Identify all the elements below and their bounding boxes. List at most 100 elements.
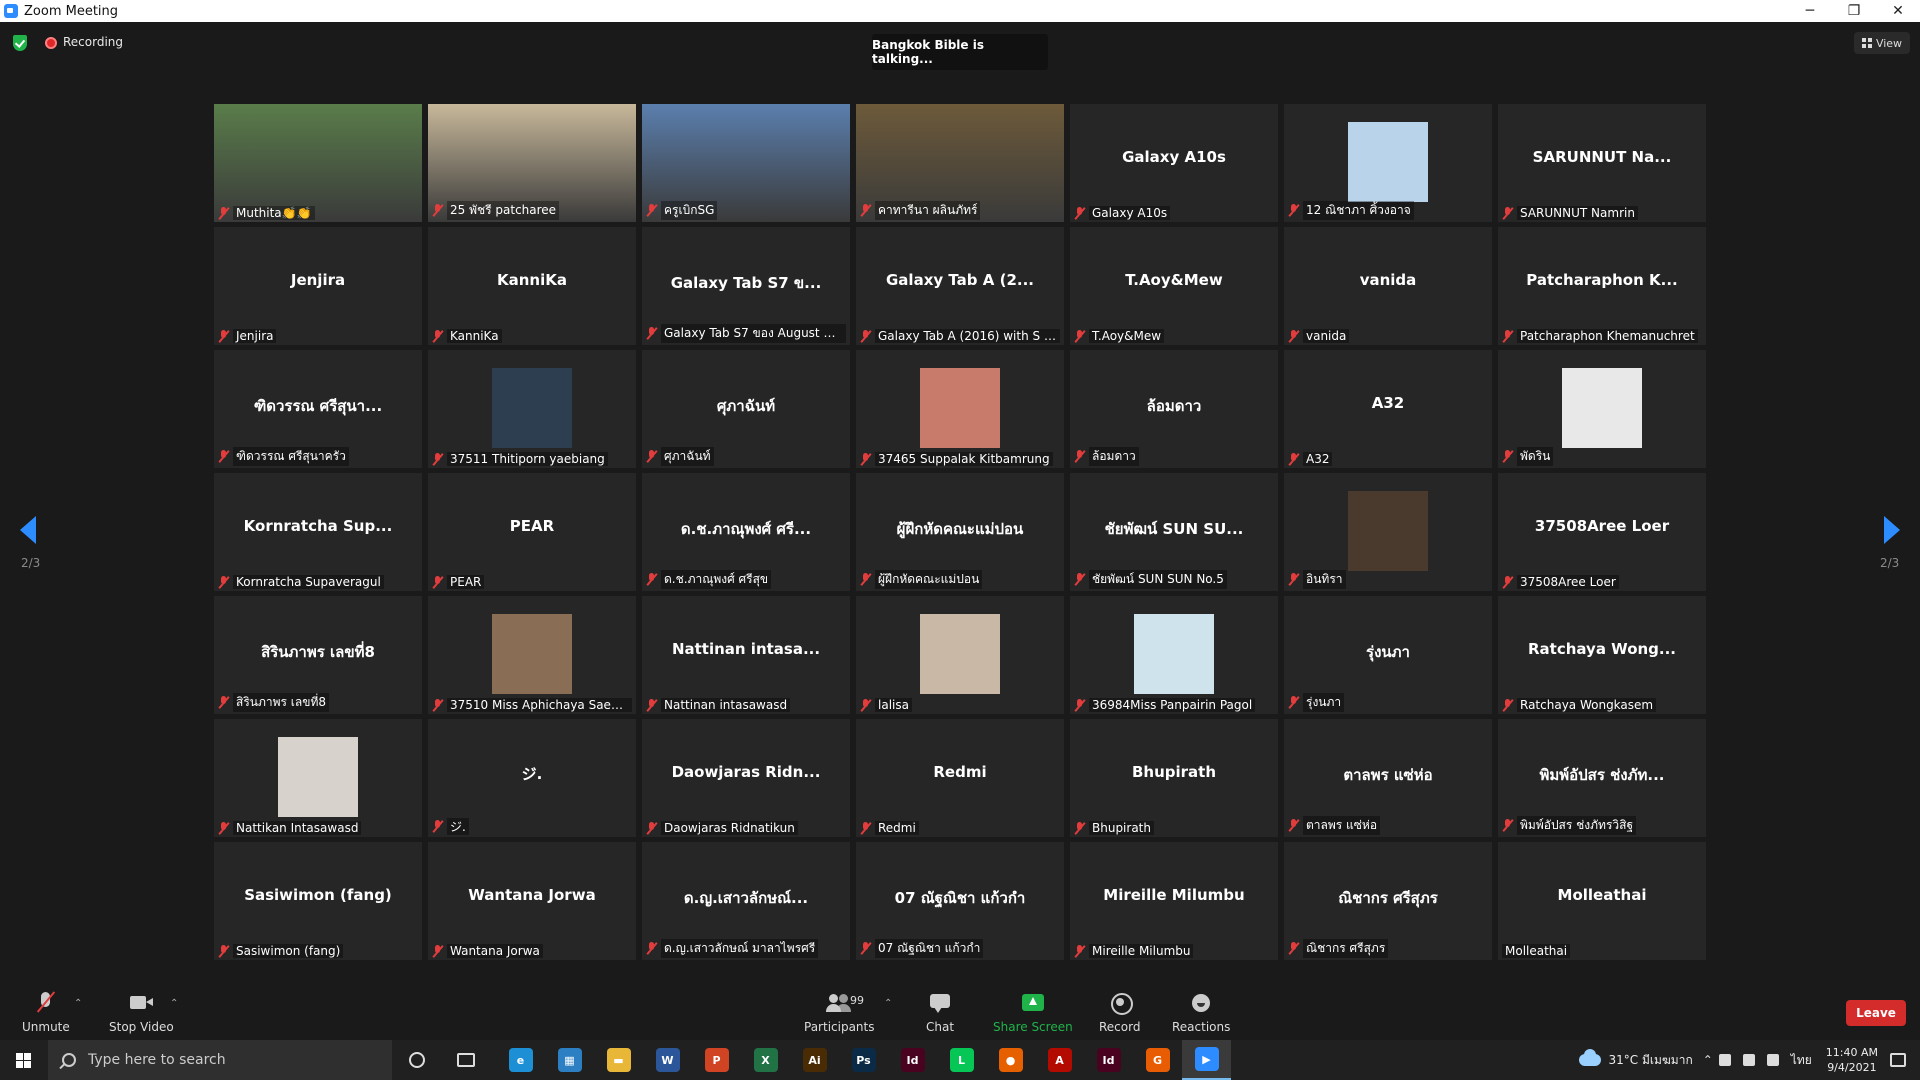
grammarly-taskbar-button[interactable]: G (1133, 1040, 1182, 1080)
chat-button[interactable]: Chat (926, 992, 954, 1034)
previous-page-arrow-icon[interactable] (20, 516, 36, 544)
audio-options-caret-icon[interactable]: ⌃ (74, 998, 82, 1009)
participant-tile[interactable]: Mireille Milumbu Mireille Milumbu (1070, 842, 1278, 960)
input-language[interactable]: ไทย (1791, 1051, 1812, 1070)
share-screen-button[interactable]: Share Screen (993, 992, 1073, 1034)
restore-button[interactable]: ❐ (1832, 0, 1876, 22)
participant-tile[interactable]: อินทิรา (1284, 473, 1492, 591)
participant-tile[interactable]: Patcharaphon K... Patcharaphon Khemanuchr… (1498, 227, 1706, 345)
task-view-button[interactable] (441, 1040, 490, 1080)
illustrator-taskbar-button[interactable]: Ai (790, 1040, 839, 1080)
participant-tile[interactable]: ด.ช.ภาณุพงศ์ ศรี... ด.ช.ภาณุพงศ์ ศรีสุข (642, 473, 850, 591)
participant-tile[interactable]: ล้อมดาว ล้อมดาว (1070, 350, 1278, 468)
participant-tile[interactable]: 37511 Thitiporn yaebiang (428, 350, 636, 468)
taskbar-search[interactable]: Type here to search (48, 1040, 392, 1080)
reactions-label: Reactions (1172, 1020, 1231, 1034)
participant-tile[interactable]: Kornratcha Sup... Kornratcha Supaveragul (214, 473, 422, 591)
participant-tile[interactable]: T.Aoy&Mew T.Aoy&Mew (1070, 227, 1278, 345)
volume-icon[interactable] (1766, 1054, 1779, 1066)
weather-cloud-icon[interactable] (1578, 1049, 1601, 1066)
participant-tile[interactable]: ตาลพร แซ่ห่อ ตาลพร แซ่ห่อ (1284, 719, 1492, 837)
notifications-icon[interactable] (1890, 1053, 1906, 1067)
participant-tile[interactable]: Galaxy Tab S7 ข... Galaxy Tab S7 ของ Augu… (642, 227, 850, 345)
minimize-button[interactable]: ─ (1788, 0, 1832, 22)
microphone-tray-icon[interactable] (1718, 1054, 1731, 1066)
zoom-taskbar-button[interactable]: ▶ (1182, 1040, 1231, 1080)
indesign-taskbar-button[interactable]: Id (888, 1040, 937, 1080)
shield-icon[interactable] (13, 35, 27, 51)
indesign-2-taskbar-button[interactable]: Id (1084, 1040, 1133, 1080)
record-button[interactable]: Record (1099, 992, 1140, 1034)
participant-tile[interactable]: 07 ณัฐณิชา แก้วกำ 07 ณัฐณิชา แก้วกำ (856, 842, 1064, 960)
zoom-logo-icon (4, 4, 18, 18)
network-icon[interactable] (1742, 1054, 1755, 1066)
participant-tile[interactable]: 12 ณิชาภา ศิ้วงอาจ (1284, 104, 1492, 222)
participant-tile[interactable]: ชัยพัฒน์ SUN SU... ชัยพัฒน์ SUN SUN No.5 (1070, 473, 1278, 591)
mic-muted-icon (1074, 573, 1085, 586)
participant-tile[interactable]: lalisa (856, 596, 1064, 714)
next-page-arrow-icon[interactable] (1884, 516, 1900, 544)
cortana-button[interactable] (392, 1040, 441, 1080)
participant-tile[interactable]: รุ่งนภา รุ่งนภา (1284, 596, 1492, 714)
participant-tile[interactable]: SARUNNUT Na... SARUNNUT Namrin (1498, 104, 1706, 222)
participant-tile[interactable]: Redmi Redmi (856, 719, 1064, 837)
participant-tile[interactable]: ジ. ジ. (428, 719, 636, 837)
reactions-button[interactable]: Reactions (1172, 992, 1230, 1034)
participant-tile[interactable]: Jenjira Jenjira (214, 227, 422, 345)
close-button[interactable]: ✕ (1876, 0, 1920, 22)
participant-tile[interactable]: ฑิดวรรณ ศรีสุนา... ฑิดวรรณ ศรีสุนาครัว (214, 350, 422, 468)
mic-muted-icon (860, 204, 871, 217)
participant-tile[interactable]: Galaxy Tab A (2... Galaxy Tab A (2016) wi… (856, 227, 1064, 345)
participant-tile[interactable]: Wantana Jorwa Wantana Jorwa (428, 842, 636, 960)
participant-avatar (1562, 368, 1642, 448)
leave-button[interactable]: Leave (1846, 1000, 1906, 1026)
file-explorer-taskbar-button[interactable]: ▬ (594, 1040, 643, 1080)
participant-tile[interactable]: ศุภาฉันท์ ศุภาฉันท์ (642, 350, 850, 468)
participant-tile[interactable]: สิรินภาพร เลขที่8 สิรินภาพร เลขที่8 (214, 596, 422, 714)
participant-tile[interactable]: 36984Miss Panpairin Pagol (1070, 596, 1278, 714)
participant-tile[interactable]: KanniKa KanniKa (428, 227, 636, 345)
participant-tile[interactable]: คาทารีนา ผลินภัทร์ (856, 104, 1064, 222)
view-button[interactable]: View (1854, 32, 1910, 54)
participant-tile[interactable]: Ratchaya Wong... Ratchaya Wongkasem (1498, 596, 1706, 714)
participant-tile[interactable]: ครูเบิกSG (642, 104, 850, 222)
participant-tile[interactable]: ด.ญ.เสาวลักษณ์... ด.ญ.เสาวลักษณ์ มาลาไพรศ… (642, 842, 850, 960)
participant-tile[interactable]: Muthita👏👏 (214, 104, 422, 222)
participant-tile[interactable]: vanida vanida (1284, 227, 1492, 345)
line-taskbar-button[interactable]: L (937, 1040, 986, 1080)
windows-start-icon[interactable] (0, 1040, 48, 1080)
participant-tile[interactable]: PEAR PEAR (428, 473, 636, 591)
participant-tile[interactable]: Galaxy A10s Galaxy A10s (1070, 104, 1278, 222)
excel-taskbar-button[interactable]: X (741, 1040, 790, 1080)
stop-video-button[interactable]: Stop Video (109, 992, 174, 1034)
participant-tile[interactable]: Nattinan intasa... Nattinan intasawasd (642, 596, 850, 714)
participant-tile[interactable]: Nattikan Intasawasd (214, 719, 422, 837)
unmute-button[interactable]: Unmute (22, 992, 70, 1034)
participant-tile[interactable]: A32 A32 (1284, 350, 1492, 468)
participant-tile[interactable]: 37465 Suppalak Kitbamrung (856, 350, 1064, 468)
participant-tile[interactable]: ณิชากร ศรีสุภร ณิชากร ศรีสุภร (1284, 842, 1492, 960)
participant-tile[interactable]: ผู้ฝึกหัดคณะแม่ปอน ผู้ฝึกหัดคณะแม่ปอน (856, 473, 1064, 591)
participant-tile[interactable]: Bhupirath Bhupirath (1070, 719, 1278, 837)
participant-tile[interactable]: Daowjaras Ridn... Daowjaras Ridnatikun (642, 719, 850, 837)
weather-text[interactable]: 31°C มีเมฆมาก (1609, 1051, 1693, 1070)
participant-tile[interactable]: Molleathai Molleathai (1498, 842, 1706, 960)
participant-tile[interactable]: พัดริน (1498, 350, 1706, 468)
firefox-taskbar-button[interactable]: ● (986, 1040, 1035, 1080)
word-taskbar-button[interactable]: W (643, 1040, 692, 1080)
participant-tile[interactable]: 37508Aree Loer 37508Aree Loer (1498, 473, 1706, 591)
video-options-caret-icon[interactable]: ⌃ (170, 998, 178, 1009)
participant-tile[interactable]: พิมพ์อัปสร ช่งภัท... พิมพ์อัปสร ช่งภัทรวิ… (1498, 719, 1706, 837)
participant-tile[interactable]: 37510 Miss Aphichaya Saemue (428, 596, 636, 714)
mic-muted-icon (860, 329, 871, 343)
participants-options-caret-icon[interactable]: ⌃ (884, 998, 892, 1009)
chevron-up-icon[interactable]: ⌃ (1703, 1053, 1713, 1067)
participant-tile[interactable]: 25 พัชรี patcharee (428, 104, 636, 222)
calculator-taskbar-button[interactable]: ▦ (545, 1040, 594, 1080)
powerpoint-taskbar-button[interactable]: P (692, 1040, 741, 1080)
taskbar-clock[interactable]: 11:40 AM 9/4/2021 (1826, 1045, 1878, 1075)
participant-tile[interactable]: Sasiwimon (fang) Sasiwimon (fang) (214, 842, 422, 960)
edge-taskbar-button[interactable]: e (496, 1040, 545, 1080)
acrobat-taskbar-button[interactable]: A (1035, 1040, 1084, 1080)
photoshop-taskbar-button[interactable]: Ps (839, 1040, 888, 1080)
